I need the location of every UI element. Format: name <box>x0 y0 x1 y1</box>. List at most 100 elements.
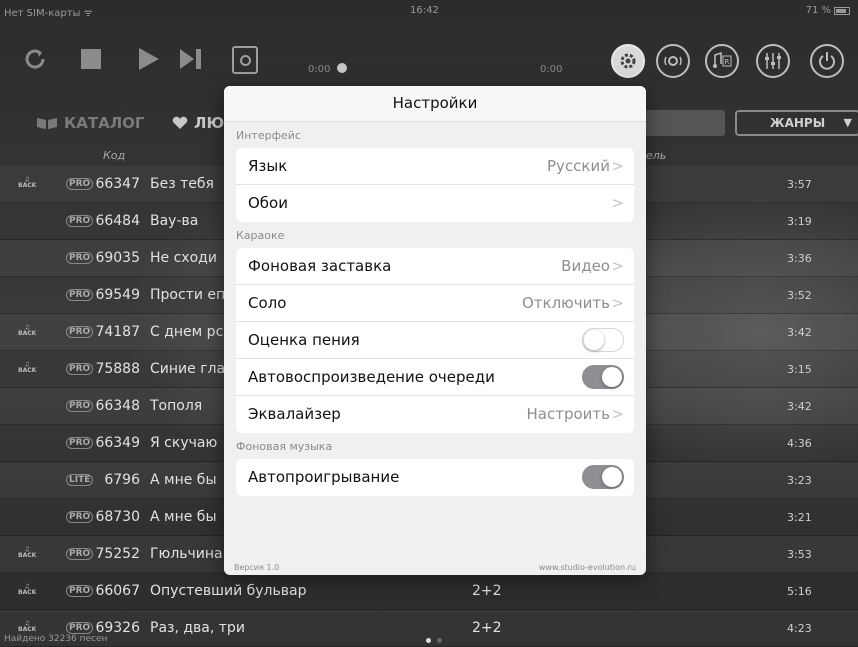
page-dot[interactable] <box>426 638 431 643</box>
column-code[interactable]: Код <box>103 149 125 162</box>
remaining-time: 0:00 <box>540 64 563 75</box>
solo-value: Отключить <box>521 294 610 312</box>
record-button[interactable] <box>232 46 258 74</box>
chevron-down-icon: ▼ <box>843 116 852 129</box>
autoplay-toggle[interactable] <box>582 465 624 489</box>
autoplay-queue-row: Автовоспроизведение очереди <box>236 359 634 396</box>
song-code: 69035 <box>95 250 140 266</box>
quality-badge: PRO <box>66 511 94 523</box>
book-icon <box>37 118 57 129</box>
backing-vocal-icon: ♫ BACK <box>18 546 37 559</box>
power-icon[interactable] <box>810 44 844 78</box>
website-link[interactable]: www.studio-evolution.ru <box>539 563 636 572</box>
tab-favorites[interactable]: ЛЮ <box>172 114 224 132</box>
toggle-knob <box>602 467 622 487</box>
wallpaper-label: Обои <box>248 194 288 212</box>
song-duration: 5:16 <box>787 585 812 598</box>
quality-badge: PRO <box>66 548 94 560</box>
scoring-label: Оценка пения <box>248 331 360 349</box>
song-title: Раз, два, три <box>150 620 245 636</box>
song-title: Не сходи <box>150 250 217 266</box>
tab-favorites-label: ЛЮ <box>194 114 225 132</box>
player-toolbar: 0:00 0:00 R <box>0 22 858 94</box>
play-icon[interactable] <box>134 44 164 74</box>
song-duration: 3:52 <box>787 289 812 302</box>
toggle-knob <box>584 330 604 350</box>
stop-icon[interactable] <box>76 44 106 74</box>
song-duration: 3:42 <box>787 326 812 339</box>
genres-label: ЖАНРЫ <box>769 116 826 130</box>
language-value: Русский <box>547 157 610 175</box>
page-dot[interactable] <box>437 638 442 643</box>
chevron-right-icon: > <box>611 157 624 175</box>
song-row[interactable]: ♫ BACK PRO 66067 Опустевший бульвар 2+2 5:16 <box>0 573 858 610</box>
music-record-icon[interactable]: R <box>705 44 739 78</box>
song-code: 69549 <box>95 287 140 303</box>
quality-badge: PRO <box>66 363 94 375</box>
song-code: 75252 <box>95 546 140 562</box>
wallpaper-row[interactable]: Обои > <box>236 185 634 222</box>
autoplay-label: Автопроигрывание <box>248 468 400 486</box>
song-title: Я скучаю <box>150 435 218 451</box>
section-background-music: Фоновая музыка <box>236 440 333 453</box>
song-code: 66484 <box>95 213 140 229</box>
song-title: Гюльчина <box>150 546 223 562</box>
voice-icon[interactable] <box>656 44 690 78</box>
scoring-row: Оценка пения <box>236 322 634 359</box>
autoplay-queue-label: Автовоспроизведение очереди <box>248 368 495 386</box>
search-input[interactable] <box>645 110 725 136</box>
song-code: 68730 <box>95 509 140 525</box>
quality-badge: PRO <box>66 289 94 301</box>
song-code: 66349 <box>95 435 140 451</box>
backing-vocal-icon: ♫ BACK <box>18 176 37 189</box>
progress-slider-knob[interactable] <box>337 63 347 73</box>
quality-badge: PRO <box>66 585 94 597</box>
interface-group: Язык Русский > Обои > <box>236 148 634 222</box>
scoring-toggle[interactable] <box>582 328 624 352</box>
song-title: Синие гла <box>150 361 226 377</box>
song-code: 74187 <box>95 324 140 340</box>
solo-label: Соло <box>248 294 287 312</box>
song-code: 6796 <box>104 472 140 488</box>
song-title: Опустевший бульвар <box>150 583 307 599</box>
song-duration: 3:42 <box>787 400 812 413</box>
equalizer-row[interactable]: Эквалайзер Настроить > <box>236 396 634 433</box>
quality-badge: PRO <box>66 400 94 412</box>
song-title: С днем рс <box>150 324 224 340</box>
autoplay-queue-toggle[interactable] <box>582 365 624 389</box>
quality-badge: PRO <box>66 252 94 264</box>
song-code: 66347 <box>95 176 140 192</box>
refresh-icon[interactable] <box>20 44 50 74</box>
song-duration: 3:15 <box>787 363 812 376</box>
record-icon <box>239 54 251 66</box>
found-count: Найдено 32236 песен <box>4 634 108 644</box>
column-performer[interactable]: ель <box>646 149 666 162</box>
language-row[interactable]: Язык Русский > <box>236 148 634 185</box>
song-code: 66348 <box>95 398 140 414</box>
backing-vocal-icon: ♫ BACK <box>18 324 37 337</box>
song-title: Без тебя <box>150 176 214 192</box>
solo-row[interactable]: Соло Отключить > <box>236 285 634 322</box>
chevron-right-icon: > <box>611 405 624 423</box>
song-title: Вау-ва <box>150 213 199 229</box>
song-duration: 4:23 <box>787 622 812 635</box>
toggle-knob <box>602 367 622 387</box>
autoplay-row: Автопроигрывание <box>236 459 634 496</box>
background-video-row[interactable]: Фоновая заставка Видео > <box>236 248 634 285</box>
genres-dropdown[interactable]: ЖАНРЫ ▼ <box>735 110 858 136</box>
song-duration: 3:23 <box>787 474 812 487</box>
tab-catalog[interactable]: КАТАЛОГ <box>36 114 144 132</box>
karaoke-group: Фоновая заставка Видео > Соло Отключить … <box>236 248 634 433</box>
battery-percent: 71 % <box>805 5 831 16</box>
page-indicator <box>426 638 442 643</box>
elapsed-time: 0:00 <box>308 64 331 75</box>
settings-gear-icon[interactable] <box>611 44 645 78</box>
mixer-icon[interactable] <box>756 44 790 78</box>
chevron-right-icon: > <box>611 294 624 312</box>
next-track-icon[interactable] <box>176 44 206 74</box>
clock: 16:42 <box>410 5 439 16</box>
song-duration: 3:53 <box>787 548 812 561</box>
song-duration: 3:57 <box>787 178 812 191</box>
chevron-right-icon: > <box>611 194 624 212</box>
song-code: 66067 <box>95 583 140 599</box>
